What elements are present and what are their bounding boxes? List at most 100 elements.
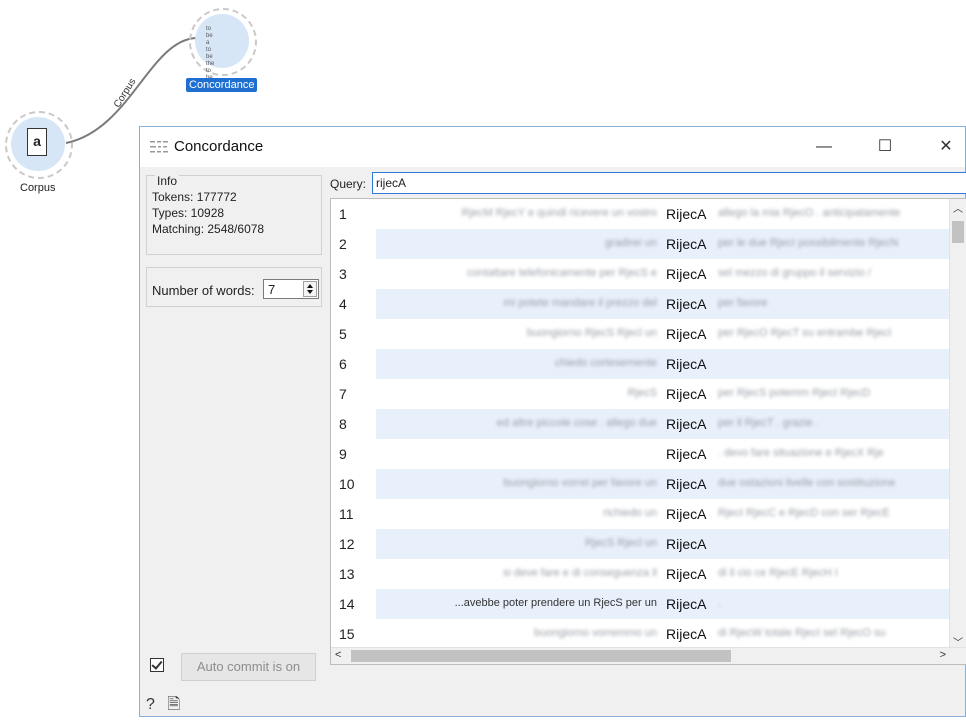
document-icon: a <box>27 128 47 156</box>
left-context: buongiorno vorremmo un <box>534 627 657 639</box>
table-row[interactable]: 11 richiedo un RijecA RjecI RjecC e RjecD c… <box>331 499 951 529</box>
left-context: RjecM RjecY e quindi ricevere un vostro <box>461 207 657 219</box>
keyword: RijecA <box>666 416 707 432</box>
query-input-value[interactable]: rijecA <box>376 176 406 190</box>
keyword: RijecA <box>666 476 707 492</box>
table-row[interactable]: 9 RijecA . devo fare situazione e RjecX Rj… <box>331 439 951 469</box>
scroll-left-icon[interactable]: < <box>335 649 341 661</box>
keyword: RijecA <box>666 296 707 312</box>
report-icon[interactable]: 🗎 <box>167 696 180 713</box>
spin-up-icon[interactable] <box>307 284 313 288</box>
right-context: per RjecS potemm RjecI RjecD <box>718 387 871 399</box>
table-row[interactable]: 3 contattare telefonicamente per RjecS e R… <box>331 259 951 289</box>
table-row[interactable]: 4 mi potete mandare il prezzo del RijecA pe… <box>331 289 951 319</box>
right-context: allego la mia RjecO . anticipatamente <box>718 207 901 219</box>
left-context: chiedo cortesemente <box>554 357 657 369</box>
maximize-button[interactable]: ☐ <box>865 133 905 161</box>
corpus-node-label[interactable]: Corpus <box>20 182 55 194</box>
horizontal-scroll-thumb[interactable] <box>351 650 731 662</box>
spin-down-icon[interactable] <box>307 290 313 294</box>
row-number: 6 <box>339 356 347 372</box>
table-row[interactable]: 1 RjecM RjecY e quindi ricevere un vostro… <box>331 199 951 229</box>
right-context: RjecI RjecC e RjecD con ser RjecE <box>718 507 890 519</box>
keyword: RijecA <box>666 566 707 582</box>
close-button[interactable]: ✕ <box>926 133 966 161</box>
row-number: 11 <box>339 506 354 522</box>
left-context: ed altre piccole cose . allego due <box>496 417 657 429</box>
table-row[interactable]: 5 buongiorno RjecS Rjecl un RijecA per Rjec… <box>331 319 951 349</box>
vertical-scroll-thumb[interactable] <box>952 221 964 243</box>
vertical-scrollbar[interactable]: ︿ ﹀ <box>949 199 966 650</box>
keyword: RijecA <box>666 326 707 342</box>
table-row[interactable]: 7 RjecS RijecA per RjecS potemm RjecI RjecD <box>331 379 951 409</box>
table-row[interactable]: 6 chiedo cortesemente RijecA <box>331 349 951 379</box>
minimize-button[interactable]: — <box>804 133 844 161</box>
concordance-window: Concordance — ☐ ✕ Info Tokens: 177772 Ty… <box>139 126 966 717</box>
control-area: Info Tokens: 177772 Types: 10928 Matchin… <box>140 167 326 718</box>
row-number: 2 <box>339 236 347 252</box>
table-row[interactable]: 10 buongiorno vorrei per favore un RijecA d… <box>331 469 951 499</box>
keyword: RijecA <box>666 356 707 372</box>
row-number: 14 <box>339 596 355 612</box>
tokens-count: Tokens: 177772 <box>152 190 237 204</box>
titlebar[interactable]: Concordance — ☐ ✕ <box>140 127 965 167</box>
spinbox-buttons[interactable] <box>303 281 317 297</box>
number-of-words-spinbox[interactable]: 7 <box>263 279 319 299</box>
scroll-up-icon[interactable]: ︿ <box>953 200 963 215</box>
concordance-node-circle[interactable] <box>195 14 249 68</box>
left-context: RjecS Rjecl un <box>584 537 657 549</box>
table-row[interactable]: 14 ...avebbe poter prendere un RjecS per … <box>331 589 951 619</box>
row-number: 12 <box>339 536 355 552</box>
keyword: RijecA <box>666 386 707 402</box>
table-row[interactable]: 15 buongiorno vorremmo un RijecA di RjecW t… <box>331 619 951 649</box>
window-title: Concordance <box>174 138 264 155</box>
concordance-node-label[interactable]: Concordance <box>186 78 258 92</box>
row-number: 10 <box>339 476 355 492</box>
left-context: contattare telefonicamente per RjecS e <box>466 267 657 279</box>
checkmark-icon <box>151 658 163 670</box>
auto-commit-button[interactable]: Auto commit is on <box>181 653 316 681</box>
right-context: per RjecO RjecT su entrambe RjecI <box>718 327 892 339</box>
scroll-right-icon[interactable]: > <box>940 649 946 661</box>
right-context: sel mezzo di gruppo il servizio / <box>718 267 871 279</box>
auto-commit-checkbox[interactable] <box>150 658 164 672</box>
keyword: RijecA <box>666 206 707 222</box>
status-bar: ? 🗎 <box>146 693 188 720</box>
keyword: RijecA <box>666 506 707 522</box>
number-of-words-label: Number of words: <box>152 283 255 298</box>
concordance-icon-line: to be the <box>206 47 215 67</box>
row-number: 9 <box>339 446 347 462</box>
row-number: 1 <box>339 206 347 222</box>
table-row[interactable]: 12 RjecS Rjecl un RijecA <box>331 529 951 559</box>
row-number: 3 <box>339 266 347 282</box>
matching-count: Matching: 2548/6078 <box>152 222 265 236</box>
help-icon[interactable]: ? <box>146 696 155 713</box>
row-number: 13 <box>339 566 355 582</box>
right-context: per il RjecT . grazie . <box>718 417 819 429</box>
row-number: 8 <box>339 416 347 432</box>
query-label: Query: <box>330 177 367 191</box>
table-row[interactable]: 13 si deve fare e di conseguenza il RijecA… <box>331 559 951 589</box>
number-of-words-value[interactable]: 7 <box>268 282 275 297</box>
left-context: buongiorno vorrei per favore un <box>503 477 657 489</box>
horizontal-scrollbar[interactable]: < > <box>331 647 966 664</box>
query-input[interactable]: rijecA <box>372 172 966 194</box>
info-box-title: Info <box>155 174 180 188</box>
left-context: gradirei un <box>605 237 657 249</box>
types-count: Types: 10928 <box>152 206 225 220</box>
concordance-icon-line: to be a <box>206 26 213 46</box>
left-context: ...avebbe poter prendere un RjecS per un <box>454 597 657 609</box>
left-context: mi potete mandare il prezzo del <box>503 297 657 309</box>
keyword: RijecA <box>666 266 707 282</box>
keyword: RijecA <box>666 236 707 252</box>
table-row[interactable]: 8 ed altre piccole cose . allego due Rijec… <box>331 409 951 439</box>
options-box: Number of words: 7 <box>146 267 322 307</box>
table-row[interactable]: 2 gradirei un RijecA per le due RjecI possi… <box>331 229 951 259</box>
keyword: RijecA <box>666 626 707 642</box>
row-number: 4 <box>339 296 347 312</box>
concordance-window-icon <box>150 141 168 153</box>
right-context: per le due RjecI possibilmente RjecN <box>718 237 899 249</box>
concordance-table[interactable]: 1 RjecM RjecY e quindi ricevere un vostro… <box>330 198 966 665</box>
right-context: di il cio ce RjecE RjecH I <box>718 567 838 579</box>
info-box: Info Tokens: 177772 Types: 10928 Matchin… <box>146 174 322 255</box>
